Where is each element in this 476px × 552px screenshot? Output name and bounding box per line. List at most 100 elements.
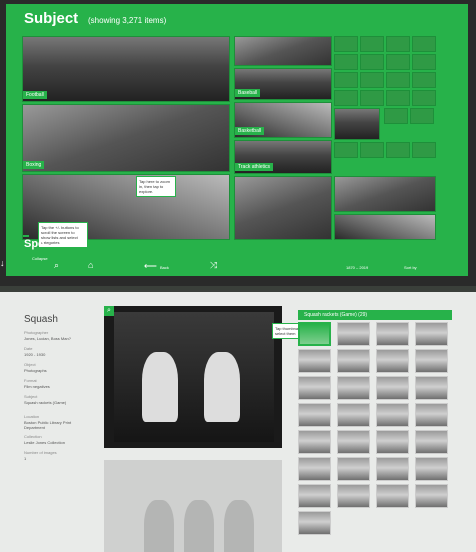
search-icon[interactable]: ⌕ <box>54 260 59 271</box>
shuffle-icon[interactable]: ⤨ <box>210 260 217 271</box>
category-tile-a[interactable] <box>234 36 332 66</box>
category-tile-basketball[interactable]: Basketball <box>234 102 332 138</box>
secondary-photo[interactable] <box>104 460 282 552</box>
thumbnail[interactable] <box>376 457 409 481</box>
category-tile-small[interactable] <box>410 108 434 124</box>
bottom-toolbar: Collapse ⌕ ⌂ ⟵ Back ⤨ 1870 – 2019 Sort b… <box>6 254 468 276</box>
category-tile-small[interactable] <box>334 36 358 52</box>
field-label: Number of images <box>24 450 57 455</box>
thumbnail[interactable] <box>298 322 331 346</box>
category-grid: Football Boxing Baseball Basketball Trac… <box>22 36 442 248</box>
zoom-icon[interactable]: ⌕ <box>104 306 114 316</box>
photo-figure <box>204 352 240 422</box>
category-tile-small[interactable] <box>360 36 384 52</box>
thumbnail[interactable] <box>415 349 448 373</box>
sort-label[interactable]: Sort by <box>404 265 417 270</box>
category-tile-small[interactable] <box>412 72 436 88</box>
category-tile-small[interactable] <box>360 142 384 158</box>
thumbnail[interactable] <box>337 349 370 373</box>
thumbnail[interactable] <box>376 322 409 346</box>
thumbnail[interactable] <box>376 403 409 427</box>
page-title: Subject <box>24 10 79 27</box>
thumbnail[interactable] <box>298 430 331 454</box>
thumbnail[interactable] <box>337 430 370 454</box>
category-tile-small[interactable] <box>386 72 410 88</box>
thumbnail-grid <box>298 322 454 540</box>
category-label: Football <box>23 91 47 99</box>
tooltip-zoom: Tap here to zoom in, then tap to explore… <box>136 176 176 197</box>
thumbnail[interactable] <box>298 376 331 400</box>
tooltip-scroll: Tap the +/- buttons to scroll the screen… <box>38 222 88 248</box>
category-tile-small[interactable] <box>412 54 436 70</box>
category-tile-small[interactable] <box>334 54 358 70</box>
thumbnail[interactable] <box>337 457 370 481</box>
thumbnail[interactable] <box>415 457 448 481</box>
category-tile-small[interactable] <box>386 54 410 70</box>
thumbnail[interactable] <box>298 484 331 508</box>
thumbnail[interactable] <box>298 349 331 373</box>
category-tile-football[interactable]: Football <box>22 36 230 102</box>
category-label: Track athletics <box>235 163 274 171</box>
category-label: Boxing <box>23 161 45 169</box>
arrow-down-icon[interactable]: ↓ <box>0 258 5 268</box>
category-tile-small[interactable] <box>412 90 436 106</box>
back-arrow-icon[interactable]: ⟵ <box>144 261 157 272</box>
field-value: 1920 - 1930 <box>24 352 46 357</box>
thumbnail[interactable] <box>337 376 370 400</box>
field-value: Jones, Lucian, Boss Man? <box>24 336 71 341</box>
thumbnail[interactable] <box>415 430 448 454</box>
category-label: Basketball <box>235 127 265 135</box>
category-tile-small[interactable] <box>386 142 410 158</box>
field-label: Collection <box>24 434 42 439</box>
category-tile-c[interactable] <box>334 108 380 140</box>
field-label: Format <box>24 378 37 383</box>
field-label: Subject <box>24 394 38 399</box>
thumbnail[interactable] <box>337 322 370 346</box>
category-tile-small[interactable] <box>384 108 408 124</box>
thumbnail[interactable] <box>298 457 331 481</box>
main-photo[interactable] <box>104 306 282 448</box>
photo-figure <box>142 352 178 422</box>
thumbnail[interactable] <box>337 403 370 427</box>
thumbnail[interactable] <box>298 511 331 535</box>
thumbnail[interactable] <box>376 349 409 373</box>
category-tile-boxing[interactable]: Boxing <box>22 104 230 172</box>
thumbnail[interactable] <box>298 403 331 427</box>
category-tile-small[interactable] <box>412 36 436 52</box>
category-tile-b[interactable] <box>234 176 332 240</box>
category-tile-small[interactable] <box>360 72 384 88</box>
date-range: 1870 – 2019 <box>346 265 369 270</box>
category-label: Baseball <box>235 89 261 97</box>
thumbnail[interactable] <box>376 376 409 400</box>
category-tile-small[interactable] <box>334 90 358 106</box>
detail-title: Squash <box>24 314 58 325</box>
thumbnail[interactable] <box>337 484 370 508</box>
category-tile-small[interactable] <box>386 36 410 52</box>
field-value: Film negatives <box>24 384 50 389</box>
thumbnail[interactable] <box>376 430 409 454</box>
field-label: Date <box>24 346 33 351</box>
category-tile-small[interactable] <box>360 90 384 106</box>
category-tile-small[interactable] <box>334 142 358 158</box>
category-tile-small[interactable] <box>334 72 358 88</box>
category-tile-e[interactable] <box>334 214 436 240</box>
thumbnail[interactable] <box>376 484 409 508</box>
thumbnail[interactable] <box>415 403 448 427</box>
collapse-label[interactable]: Collapse <box>32 256 48 261</box>
field-value: Leslie Jones Collection <box>24 440 65 445</box>
category-tile-track[interactable]: Track athletics <box>234 140 332 174</box>
category-tile-small[interactable] <box>412 142 436 158</box>
section-label: Spo <box>24 238 45 250</box>
category-tile-d[interactable] <box>334 176 436 212</box>
category-tile-baseball-2[interactable]: Baseball <box>234 68 332 100</box>
home-icon[interactable]: ⌂ <box>88 260 93 270</box>
thumbnail[interactable] <box>415 484 448 508</box>
thumbnail[interactable] <box>415 376 448 400</box>
photo-figure <box>144 500 174 552</box>
item-count: (showing 3,271 items) <box>88 16 167 25</box>
back-label[interactable]: Back <box>160 265 169 270</box>
field-value: Boston Public Library Print Department <box>24 420 72 430</box>
category-tile-small[interactable] <box>360 54 384 70</box>
thumbnail[interactable] <box>415 322 448 346</box>
category-tile-small[interactable] <box>386 90 410 106</box>
